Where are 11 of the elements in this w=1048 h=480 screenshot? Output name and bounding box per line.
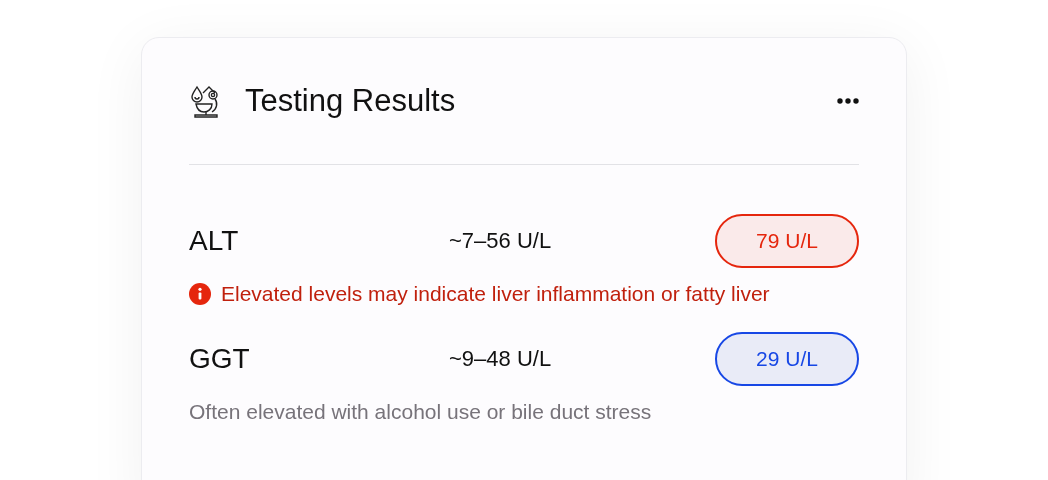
result-value: 29 U/L (715, 332, 859, 386)
card-title: Testing Results (245, 83, 457, 119)
result-note: Elevated levels may indicate liver inflammation or fatty liver (221, 282, 770, 306)
test-name: GGT (189, 343, 251, 375)
reference-range: ~7–56 U/L (449, 228, 553, 254)
result-note: Often elevated with alcohol use or bile duct stress (189, 400, 652, 424)
test-name: ALT (189, 225, 240, 257)
reference-range: ~9–48 U/L (449, 346, 553, 372)
result-value: 79 U/L (715, 214, 859, 268)
info-icon (189, 283, 211, 305)
more-options-icon[interactable] (837, 98, 859, 104)
